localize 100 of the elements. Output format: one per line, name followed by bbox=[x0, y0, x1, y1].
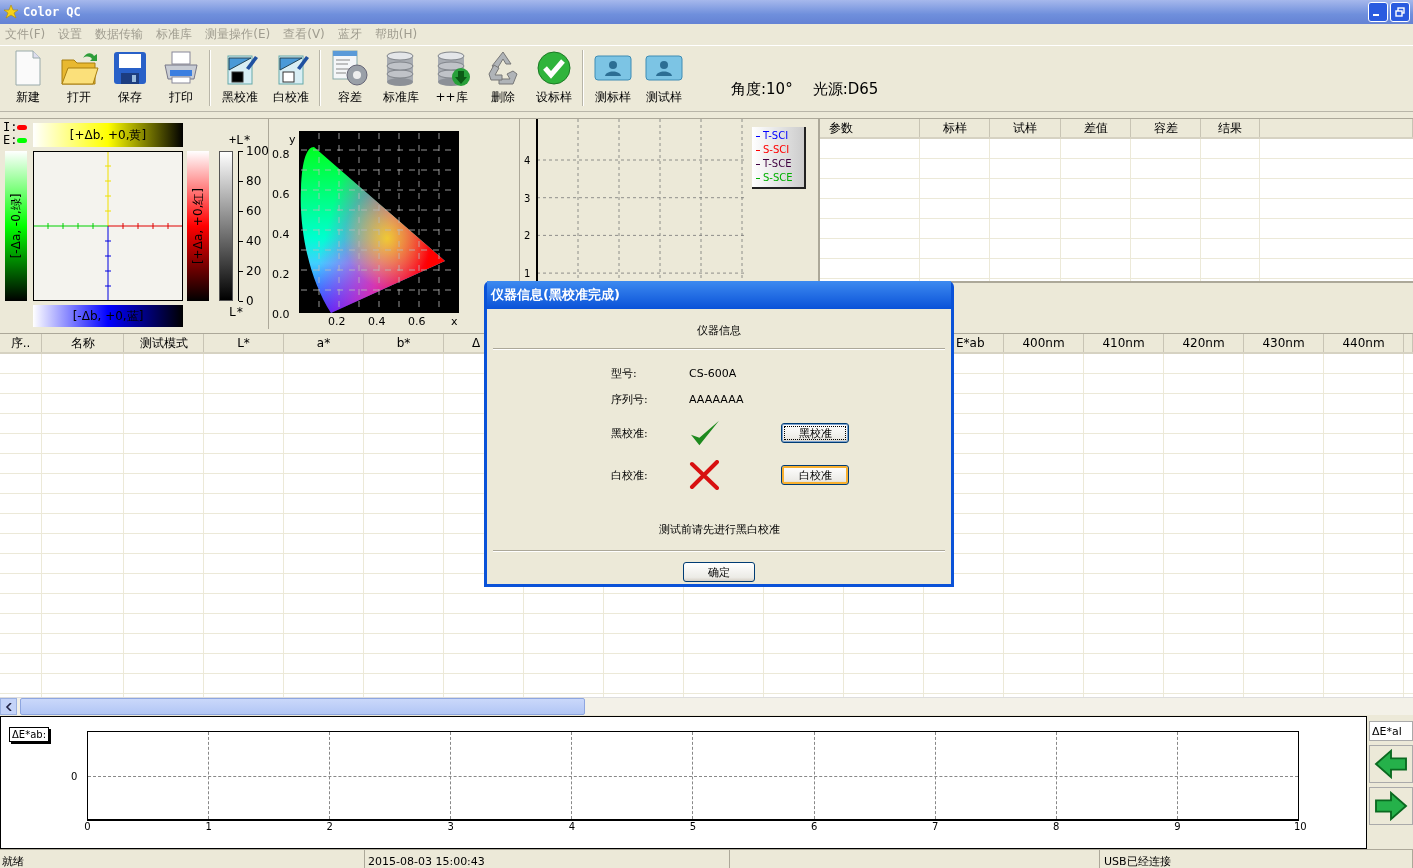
tick-label: 40 bbox=[246, 235, 262, 247]
delta-e-button[interactable]: ΔE*al bbox=[1369, 721, 1413, 741]
field-label: 型号: bbox=[611, 365, 638, 381]
tick-label: 0.8 bbox=[272, 148, 290, 161]
toolbar-button[interactable]: 打印 bbox=[155, 46, 206, 108]
toolbar-button[interactable]: 测试样 bbox=[638, 46, 689, 108]
toolbar-button[interactable]: 黑校准 bbox=[214, 46, 265, 108]
axis-label: +L* bbox=[228, 133, 251, 147]
chart-label: ΔE*ab: bbox=[9, 727, 49, 742]
toolbar-button[interactable]: 容差 bbox=[324, 46, 375, 108]
right-arrow-icon bbox=[1374, 791, 1408, 821]
connection-status: USB已经连接 bbox=[1100, 850, 1413, 868]
tick-label: 0.2 bbox=[272, 268, 290, 281]
column-header[interactable]: 结果 bbox=[1201, 119, 1260, 137]
toolbar-button[interactable]: 删除 bbox=[477, 46, 528, 108]
tick-label: 8 bbox=[1052, 821, 1061, 834]
column-header[interactable]: L* bbox=[204, 334, 284, 352]
field-label: 序列号: bbox=[611, 391, 649, 407]
tick-label: 80 bbox=[246, 175, 262, 187]
field-value: CS-600A bbox=[689, 366, 738, 380]
legend-entry: S-SCE bbox=[763, 171, 793, 185]
column-header[interactable]: 标样 bbox=[920, 119, 990, 137]
tick-label: 4 bbox=[567, 821, 577, 834]
toolbar-button[interactable]: 新建 bbox=[2, 46, 53, 108]
column-header[interactable]: 420nm bbox=[1164, 334, 1244, 352]
tick-label: 9 bbox=[1173, 821, 1182, 834]
minimize-button[interactable] bbox=[1368, 2, 1388, 22]
tick-label: 2 bbox=[524, 230, 531, 242]
calibrate-button[interactable]: 黑校准 bbox=[781, 423, 849, 443]
axis-label: [+Δa, +0,红] bbox=[189, 187, 206, 265]
calibrate-button[interactable]: 白校准 bbox=[781, 465, 849, 485]
toolbar-button[interactable]: 标准库 bbox=[375, 46, 426, 108]
legend-label: I: bbox=[3, 121, 18, 134]
tick-label: 0 bbox=[246, 295, 254, 307]
column-header[interactable]: a* bbox=[284, 334, 364, 352]
gear-document-icon bbox=[329, 48, 370, 88]
illuminant-label: 光源:D65 bbox=[812, 80, 879, 99]
column-header[interactable]: 试样 bbox=[990, 119, 1061, 137]
tick-label: 0.6 bbox=[408, 315, 426, 328]
axis-label: x bbox=[451, 315, 458, 328]
tick-label: 0.0 bbox=[272, 308, 290, 321]
dialog-heading: 仪器信息 bbox=[696, 323, 742, 339]
tick-label: 0 bbox=[71, 770, 78, 782]
column-header[interactable]: b* bbox=[364, 334, 444, 352]
horizontal-scrollbar[interactable] bbox=[0, 697, 1413, 715]
tick-label: 0 bbox=[83, 821, 92, 834]
legend-entry: T-SCE bbox=[763, 157, 792, 171]
tick-label: 1 bbox=[204, 821, 213, 834]
column-header[interactable]: 400nm bbox=[1004, 334, 1084, 352]
previous-button[interactable] bbox=[1369, 745, 1413, 783]
toolbar-button[interactable]: 测标样 bbox=[587, 46, 638, 108]
column-header[interactable]: 430nm bbox=[1244, 334, 1324, 352]
ok-button[interactable]: 确定 bbox=[683, 562, 755, 582]
minimize-icon bbox=[1373, 14, 1379, 16]
axis-label: [-Δb, +0,蓝] bbox=[72, 307, 144, 325]
tick-label: 0.4 bbox=[368, 315, 386, 328]
axis-label: [+Δb, +0,黄] bbox=[69, 126, 147, 144]
toolbar-button[interactable]: 保存 bbox=[104, 46, 155, 108]
status-text: 就绪 bbox=[0, 850, 365, 868]
toolbar-button[interactable]: 白校准 bbox=[265, 46, 316, 108]
tick-label: 4 bbox=[524, 155, 531, 166]
column-header[interactable]: 测试模式 bbox=[124, 334, 204, 352]
tick-label: 1 bbox=[524, 268, 531, 280]
tick-label: 0.6 bbox=[272, 188, 290, 201]
legend-entry: T-SCI bbox=[763, 129, 789, 143]
toolbar-button[interactable]: 设标样 bbox=[528, 46, 579, 108]
tick-label: 20 bbox=[246, 265, 262, 277]
axis-label: y bbox=[289, 133, 296, 146]
scrollbar-thumb[interactable] bbox=[20, 698, 585, 715]
column-header[interactable]: 序.. bbox=[0, 334, 42, 352]
column-header[interactable]: 440nm bbox=[1324, 334, 1404, 352]
legend-label: E: bbox=[3, 134, 18, 147]
left-arrow-icon bbox=[1374, 749, 1408, 779]
tick-label: 7 bbox=[930, 821, 940, 834]
tick-label: 3 bbox=[446, 821, 455, 834]
toolbar-button[interactable]: 打开 bbox=[53, 46, 104, 108]
column-header[interactable]: 名称 bbox=[42, 334, 124, 352]
tick-label: 100 bbox=[246, 145, 269, 157]
column-header[interactable]: 参数 bbox=[820, 119, 920, 137]
column-header[interactable]: 410nm bbox=[1084, 334, 1164, 352]
field-value: AAAAAAA bbox=[689, 392, 745, 406]
axis-label: L* bbox=[228, 305, 245, 321]
column-header[interactable]: 差值 bbox=[1061, 119, 1131, 137]
restore-button[interactable] bbox=[1390, 2, 1410, 22]
next-button[interactable] bbox=[1369, 787, 1413, 825]
tick-label: 0.4 bbox=[272, 228, 290, 241]
toolbar-button[interactable]: ++库 bbox=[426, 46, 477, 108]
star-icon bbox=[3, 4, 19, 20]
column-header[interactable]: 容差 bbox=[1131, 119, 1201, 137]
tick-label: 6 bbox=[809, 821, 819, 834]
left-chevron-icon bbox=[4, 702, 13, 711]
angle-label: 角度:10° bbox=[731, 80, 793, 99]
tick-label: 3 bbox=[524, 192, 531, 204]
tick-label: 60 bbox=[246, 205, 262, 217]
field-label: 白校准: bbox=[611, 467, 649, 483]
legend-entry: S-SCI bbox=[763, 143, 790, 157]
dialog-message: 测试前请先进行黑白校准 bbox=[657, 522, 781, 538]
window-title: Color QC bbox=[23, 5, 81, 19]
dialog-title: 仪器信息(黑校准完成) bbox=[487, 281, 951, 309]
scroll-left-button[interactable] bbox=[0, 698, 17, 715]
